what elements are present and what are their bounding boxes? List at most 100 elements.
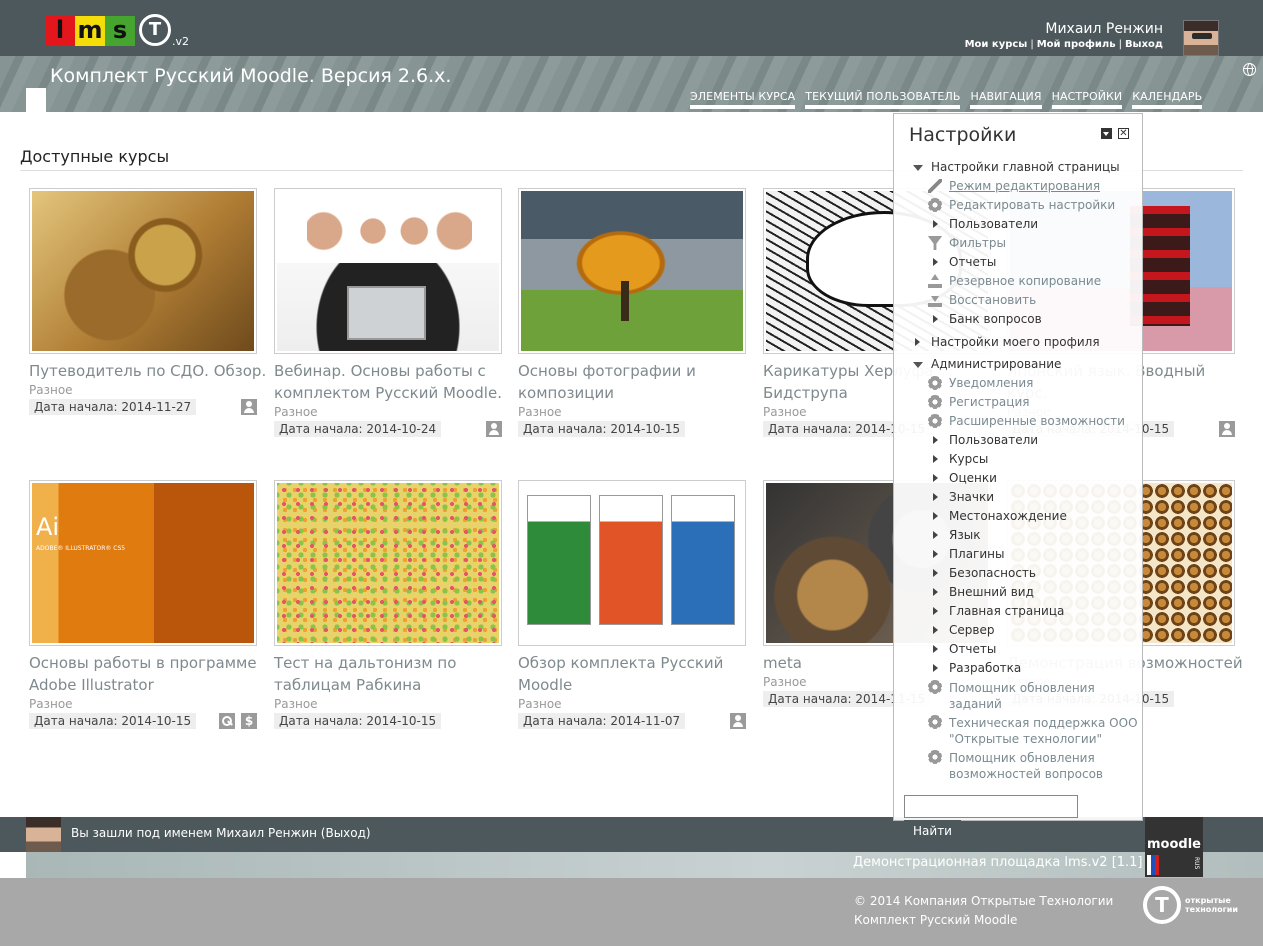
- nav-course-elements[interactable]: ЭЛЕМЕНТЫ КУРСА: [690, 90, 796, 109]
- collapsed-arrow-icon: [933, 664, 938, 672]
- collapsed-arrow-icon: [933, 531, 938, 539]
- tree-item-tech-support[interactable]: Техническая поддержка ООО "Открытые техн…: [894, 713, 1144, 748]
- tree-item-advanced-features[interactable]: Расширенные возможности: [894, 412, 1144, 431]
- tree-node-admin-reports[interactable]: Отчеты: [894, 640, 1144, 659]
- kit-name-text: Комплект Русский Moodle: [854, 913, 1018, 927]
- logout-link[interactable]: Выход: [1125, 39, 1163, 50]
- tree-node-my-profile[interactable]: Настройки моего профиля: [894, 333, 1144, 352]
- settings-block: Настройки ✕ Настройки главной страницы Р…: [893, 113, 1144, 841]
- course-category: Разное: [518, 697, 562, 711]
- course-thumbnail[interactable]: Ai ADOBE® ILLUSTRATOR® CS5: [29, 480, 257, 646]
- nav-settings[interactable]: НАСТРОЙКИ: [1051, 90, 1123, 109]
- tree-node-badges[interactable]: Значки: [894, 488, 1144, 507]
- my-profile-link[interactable]: Мой профиль: [1037, 39, 1116, 50]
- settings-title: Настройки: [909, 124, 1017, 146]
- tree-item-filters[interactable]: Фильтры: [894, 234, 1144, 253]
- settings-search-input[interactable]: [904, 795, 1078, 818]
- gear-icon: [928, 414, 942, 428]
- moodle-rus-logo[interactable]: moodle RUS: [1145, 817, 1203, 877]
- tree-item-restore[interactable]: Восстановить: [894, 291, 1144, 310]
- link-separator: |: [1030, 39, 1034, 50]
- guest-access-icon: [241, 399, 257, 415]
- course-title[interactable]: Вебинар. Основы работы с комплектом Русс…: [274, 360, 514, 404]
- nav-current-user[interactable]: ТЕКУЩИЙ ПОЛЬЗОВАТЕЛЬ: [805, 90, 961, 109]
- moodle-logo-text: moodle: [1147, 837, 1201, 852]
- my-courses-link[interactable]: Мои курсы: [965, 39, 1028, 50]
- collapsed-arrow-icon: [915, 338, 920, 346]
- course-title[interactable]: Основы фотографии и композиции: [518, 360, 758, 404]
- nav-navigation[interactable]: НАВИГАЦИЯ: [970, 90, 1042, 109]
- tree-node-security[interactable]: Безопасность: [894, 564, 1144, 583]
- header-user-links: Мои курсы | Мой профиль | Выход: [965, 39, 1163, 50]
- course-start-date: Дата начала: 2014-10-15: [274, 713, 442, 729]
- course-thumbnail[interactable]: [518, 480, 746, 646]
- logo-letter-s: s: [105, 16, 135, 46]
- course-thumbnail[interactable]: [274, 188, 502, 354]
- globe-icon[interactable]: [1243, 63, 1256, 76]
- tree-item-edit-settings[interactable]: Редактировать настройки: [894, 196, 1144, 215]
- tree-node-courses[interactable]: Курсы: [894, 450, 1144, 469]
- tree-node-grades[interactable]: Оценки: [894, 469, 1144, 488]
- tree-node-location[interactable]: Местонахождение: [894, 507, 1144, 526]
- course-thumbnail[interactable]: [518, 188, 746, 354]
- header-avatar[interactable]: [1183, 20, 1219, 56]
- tree-item-edit-mode[interactable]: Режим редактирования: [894, 177, 1144, 196]
- ai-mark: Ai: [36, 513, 60, 541]
- tree-item-question-upgrade[interactable]: Помощник обновления возможностей вопросо…: [894, 748, 1144, 783]
- course-title[interactable]: Тест на дальтонизм по таблицам Рабкина: [274, 652, 514, 696]
- course-card[interactable]: Вебинар. Основы работы с комплектом Русс…: [274, 188, 502, 437]
- gear-icon: [928, 680, 942, 694]
- gear-icon: [928, 376, 942, 390]
- collapsed-arrow-icon: [933, 474, 938, 482]
- course-title[interactable]: Путеводитель по СДО. Обзор.: [29, 360, 269, 382]
- header-user-name: Михаил Ренжин: [1045, 21, 1163, 37]
- course-start-date: Дата начала: 2014-10-15: [518, 421, 686, 437]
- tree-item-backup[interactable]: Резервное копирование: [894, 272, 1144, 291]
- illustrator-box-image: Ai ADOBE® ILLUSTRATOR® CS5: [32, 483, 254, 643]
- collapse-icon[interactable]: [1101, 128, 1112, 139]
- tree-node-question-bank[interactable]: Банк вопросов: [894, 310, 1144, 329]
- tree-item-registration[interactable]: Регистрация: [894, 393, 1144, 412]
- course-card[interactable]: Ai ADOBE® ILLUSTRATOR® CS5 Основы работы …: [29, 480, 257, 729]
- site-logo[interactable]: l m s T .v2: [45, 14, 189, 48]
- expanded-arrow-icon: [913, 362, 923, 368]
- course-title[interactable]: Основы работы в программе Adobe Illustra…: [29, 652, 269, 696]
- close-icon[interactable]: ✕: [1118, 128, 1129, 139]
- dollar-icon: $: [241, 713, 257, 729]
- course-thumbnail[interactable]: [29, 188, 257, 354]
- course-title[interactable]: Обзор комплекта Русский Moodle: [518, 652, 758, 696]
- tree-node-reports[interactable]: Отчеты: [894, 253, 1144, 272]
- logo-letter-l: l: [45, 16, 75, 46]
- course-card[interactable]: Путеводитель по СДО. Обзор. Разное Дата …: [29, 188, 266, 415]
- tree-node-appearance[interactable]: Внешний вид: [894, 583, 1144, 602]
- tree-node-development[interactable]: Разработка: [894, 659, 1144, 678]
- gear-icon: [928, 750, 942, 764]
- footer-avatar[interactable]: [26, 817, 61, 852]
- tree-node-administration[interactable]: Администрирование: [894, 355, 1144, 374]
- tree-node-server[interactable]: Сервер: [894, 621, 1144, 640]
- tree-node-users[interactable]: Пользователи: [894, 215, 1144, 234]
- course-card[interactable]: Основы фотографии и композиции Разное Да…: [518, 188, 746, 437]
- logged-in-info[interactable]: Вы зашли под именем Михаил Ренжин (Выход…: [71, 826, 371, 840]
- course-card[interactable]: Тест на дальтонизм по таблицам Рабкина Р…: [274, 480, 502, 729]
- nav-calendar[interactable]: КАЛЕНДАРЬ: [1132, 90, 1203, 109]
- tree-node-plugins[interactable]: Плагины: [894, 545, 1144, 564]
- self-enrol-key-icon: [219, 713, 235, 729]
- tree-node-front-page-admin[interactable]: Главная страница: [894, 602, 1144, 621]
- logo-letter-m: m: [75, 16, 105, 46]
- tree-node-admin-users[interactable]: Пользователи: [894, 431, 1144, 450]
- course-thumbnail[interactable]: [274, 480, 502, 646]
- tree-item-notifications[interactable]: Уведомления: [894, 374, 1144, 393]
- collapsed-arrow-icon: [933, 607, 938, 615]
- tree-item-assignment-upgrade[interactable]: Помощник обновления заданий: [894, 678, 1144, 713]
- guest-access-icon: [486, 421, 502, 437]
- rus-label: RUS: [1193, 857, 1200, 870]
- tree-image: [521, 191, 743, 351]
- course-card[interactable]: Обзор комплекта Русский Moodle Разное Да…: [518, 480, 746, 729]
- site-title[interactable]: Комплект Русский Moodle. Версия 2.6.x.: [50, 65, 451, 87]
- banner-tab: [26, 88, 46, 112]
- settings-search-button[interactable]: Найти: [904, 820, 961, 841]
- tree-node-front-page[interactable]: Настройки главной страницы: [894, 158, 1144, 177]
- tree-node-language[interactable]: Язык: [894, 526, 1144, 545]
- open-technologies-logo[interactable]: T открытые технологии: [1143, 886, 1238, 924]
